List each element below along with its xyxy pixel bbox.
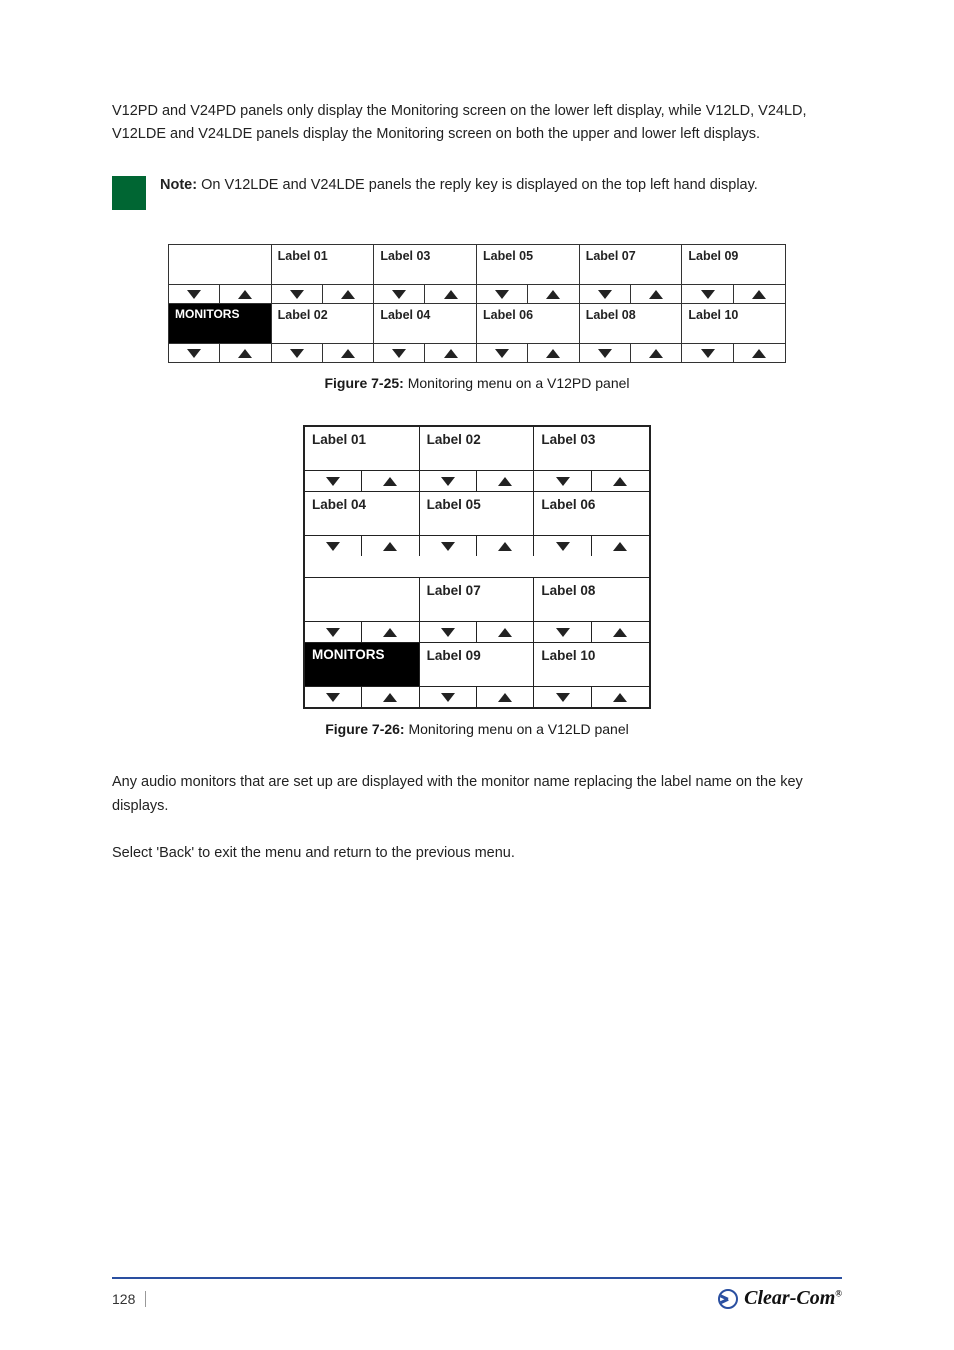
triangle-up-icon	[477, 687, 534, 707]
triangle-down-icon	[534, 622, 591, 642]
triangle-up-icon	[592, 471, 649, 491]
p2-r1-0: Label 04	[305, 492, 419, 536]
p1-bot-5: Label 10	[682, 304, 785, 344]
triangle-up-icon	[362, 687, 419, 707]
triangle-up-icon	[220, 285, 271, 303]
figure-25-caption: Figure 7-25: Monitoring menu on a V12PD …	[112, 375, 842, 391]
p2-r0-1: Label 02	[420, 427, 534, 471]
triangle-up-icon	[734, 344, 785, 362]
triangle-down-icon	[477, 285, 528, 303]
p2-r3-2: Label 10	[534, 643, 649, 687]
triangle-up-icon	[631, 285, 682, 303]
note-text: On V12LDE and V24LDE panels the reply ke…	[201, 177, 758, 193]
triangle-up-icon	[477, 622, 534, 642]
p2-r3-1: Label 09	[420, 643, 534, 687]
triangle-down-icon	[305, 536, 362, 556]
brand-logo-icon	[718, 1289, 738, 1309]
triangle-up-icon	[323, 344, 374, 362]
p2-r2-2: Label 08	[534, 578, 649, 622]
triangle-down-icon	[420, 536, 477, 556]
p2-r0-2: Label 03	[534, 427, 649, 471]
p1-top-3: Label 05	[477, 245, 579, 285]
triangle-down-icon	[534, 536, 591, 556]
triangle-down-icon	[305, 622, 362, 642]
p2-r1-2: Label 06	[534, 492, 649, 536]
triangle-up-icon	[592, 622, 649, 642]
triangle-up-icon	[528, 285, 579, 303]
triangle-up-icon	[425, 344, 476, 362]
p2-r2-0	[305, 578, 419, 622]
p1-bot-2: Label 04	[374, 304, 476, 344]
p1-top-0	[169, 245, 271, 285]
panel2-gap	[305, 556, 649, 578]
p2-r0-0: Label 01	[305, 427, 419, 471]
triangle-up-icon	[323, 285, 374, 303]
intro-paragraph: V12PD and V24PD panels only display the …	[112, 100, 842, 146]
p1-bot-0-monitors: MONITORS	[169, 304, 271, 344]
triangle-down-icon	[305, 687, 362, 707]
triangle-up-icon	[220, 344, 271, 362]
triangle-down-icon	[169, 285, 220, 303]
triangle-down-icon	[374, 344, 425, 362]
triangle-down-icon	[169, 344, 220, 362]
triangle-up-icon	[528, 344, 579, 362]
triangle-up-icon	[362, 622, 419, 642]
p1-bot-4: Label 08	[580, 304, 682, 344]
triangle-up-icon	[631, 344, 682, 362]
figure-26-panel: Label 01 Label 02 Label 03 Label 04 Labe…	[112, 425, 842, 737]
triangle-up-icon	[477, 471, 534, 491]
p1-top-1: Label 01	[272, 245, 374, 285]
triangle-down-icon	[682, 344, 733, 362]
triangle-down-icon	[580, 285, 631, 303]
note-square-icon	[112, 176, 146, 210]
figure-25-panel: Label 01 Label 03 Label 05 Label 07 Labe…	[112, 244, 842, 391]
triangle-up-icon	[362, 536, 419, 556]
figure-26-caption: Figure 7-26: Monitoring menu on a V12LD …	[112, 721, 842, 737]
page-number: 128	[112, 1291, 146, 1307]
p1-bot-1: Label 02	[272, 304, 374, 344]
triangle-up-icon	[734, 285, 785, 303]
triangle-down-icon	[534, 687, 591, 707]
triangle-up-icon	[362, 471, 419, 491]
p2-r3-0-monitors: MONITORS	[305, 643, 419, 687]
p1-top-5: Label 09	[682, 245, 785, 285]
page-footer: 128 Clear-Com®	[112, 1277, 842, 1310]
brand-logo-text: Clear-Com	[744, 1287, 835, 1309]
closing-paragraph-2: Select 'Back' to exit the menu and retur…	[112, 842, 842, 865]
triangle-down-icon	[272, 285, 323, 303]
p1-top-4: Label 07	[580, 245, 682, 285]
triangle-down-icon	[580, 344, 631, 362]
triangle-down-icon	[420, 687, 477, 707]
triangle-up-icon	[425, 285, 476, 303]
triangle-down-icon	[534, 471, 591, 491]
triangle-up-icon	[592, 536, 649, 556]
p1-bot-3: Label 06	[477, 304, 579, 344]
triangle-down-icon	[272, 344, 323, 362]
triangle-up-icon	[477, 536, 534, 556]
triangle-down-icon	[420, 471, 477, 491]
triangle-up-icon	[592, 687, 649, 707]
triangle-down-icon	[305, 471, 362, 491]
note-block: Note: On V12LDE and V24LDE panels the re…	[112, 174, 842, 210]
p2-r2-1: Label 07	[420, 578, 534, 622]
note-bold: Note:	[160, 177, 197, 193]
closing-paragraph-1: Any audio monitors that are set up are d…	[112, 771, 842, 817]
brand-logo: Clear-Com®	[718, 1287, 842, 1310]
triangle-down-icon	[477, 344, 528, 362]
p1-top-2: Label 03	[374, 245, 476, 285]
p2-r1-1: Label 05	[420, 492, 534, 536]
triangle-down-icon	[682, 285, 733, 303]
triangle-down-icon	[374, 285, 425, 303]
triangle-down-icon	[420, 622, 477, 642]
